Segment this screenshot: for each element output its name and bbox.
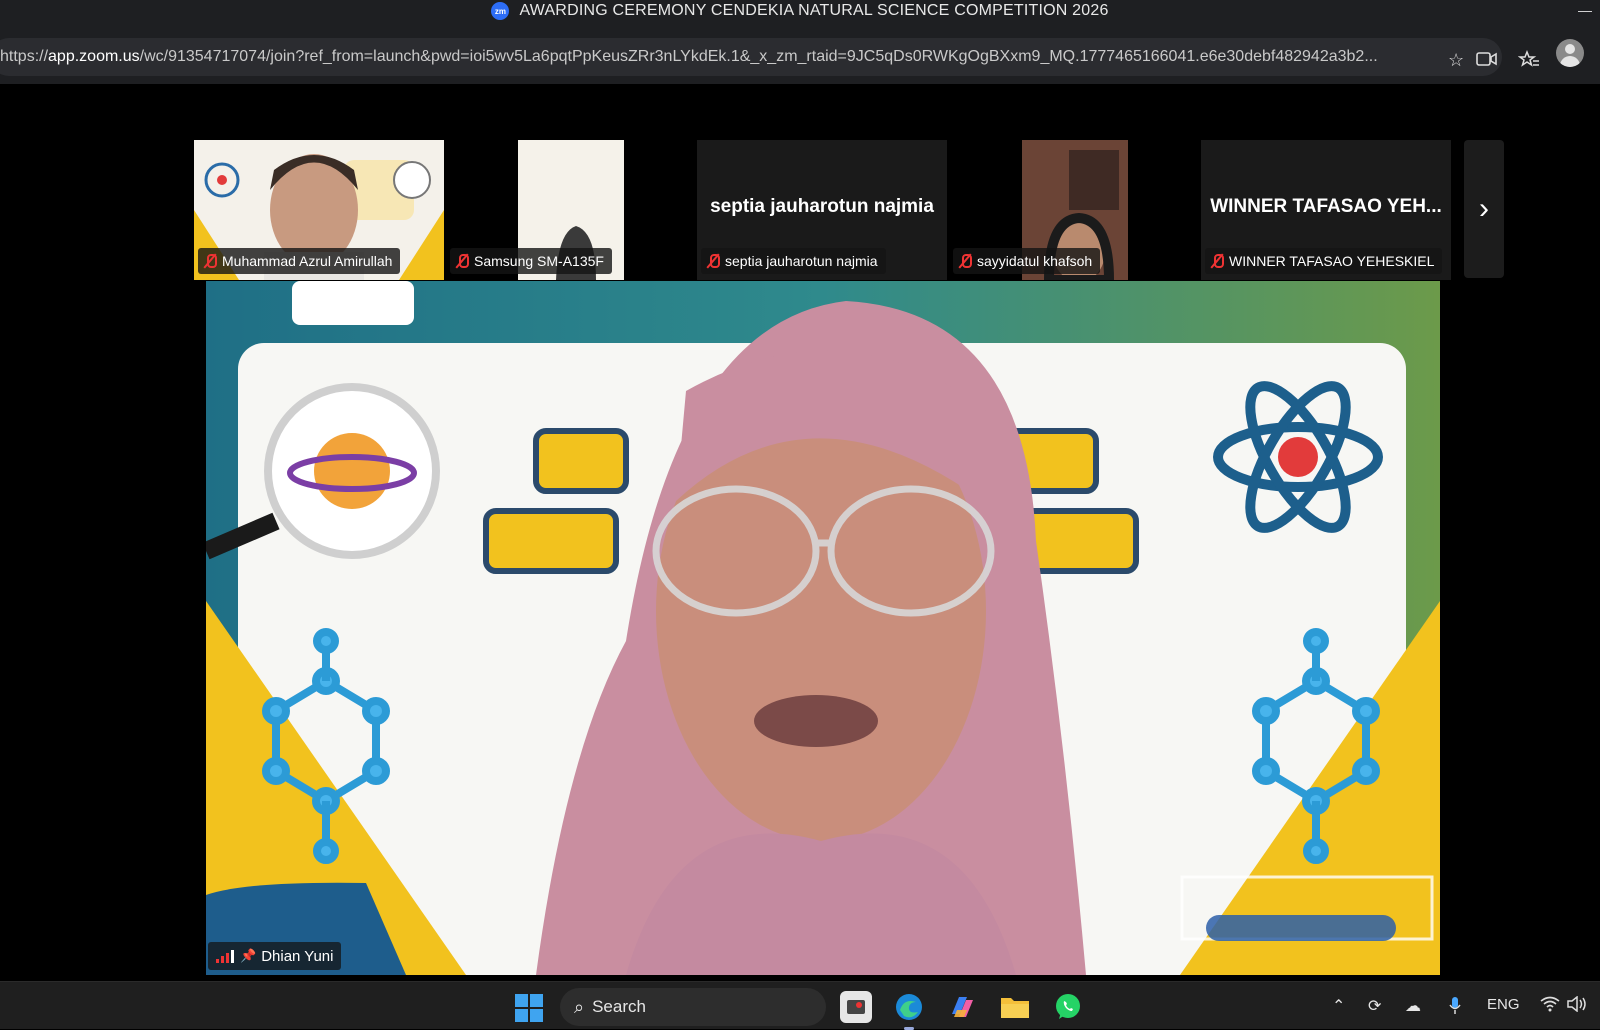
participant-name: septia jauharotun najmia bbox=[725, 253, 878, 269]
participant-tile[interactable]: Muhammad Azrul Amirullah bbox=[194, 140, 444, 280]
pin-icon: 📌 bbox=[240, 948, 257, 963]
copilot-icon[interactable] bbox=[946, 991, 978, 1023]
participant-tile[interactable]: WINNER TAFASAO YEH... WINNER TAFASAO YEH… bbox=[1201, 140, 1451, 280]
participant-display-name: WINNER TAFASAO YEH... bbox=[1210, 196, 1442, 217]
search-label: Search bbox=[592, 997, 646, 1016]
speaker-name: Dhian Yuni bbox=[261, 947, 334, 965]
input-language[interactable]: ENG bbox=[1487, 996, 1520, 1013]
volume-icon[interactable] bbox=[1567, 995, 1589, 1017]
onedrive-cloud-icon[interactable]: ☁ bbox=[1405, 996, 1421, 1016]
participant-tile[interactable]: Samsung SM-A135F bbox=[446, 140, 696, 280]
muted-mic-icon bbox=[705, 253, 721, 269]
sync-icon[interactable]: ⟳ bbox=[1368, 996, 1381, 1016]
chevron-up-icon[interactable]: ⌃ bbox=[1332, 996, 1345, 1016]
participant-name: WINNER TAFASAO YEHESKIEL bbox=[1229, 253, 1435, 269]
muted-mic-icon bbox=[957, 253, 973, 269]
participant-name: Muhammad Azrul Amirullah bbox=[222, 253, 393, 269]
camera-icon[interactable] bbox=[1476, 50, 1498, 73]
participant-name-tag: WINNER TAFASAO YEHESKIEL bbox=[1205, 248, 1443, 274]
url-path: /wc/91354717074/join?ref_from=launch&pwd… bbox=[139, 48, 1378, 65]
window-title: AWARDING CEREMONY CENDEKIA NATURAL SCIEN… bbox=[519, 2, 1109, 19]
muted-mic-icon bbox=[202, 253, 218, 269]
active-speaker-name-tag: 📌 Dhian Yuni bbox=[208, 942, 342, 970]
url-text: https://app.zoom.us/wc/91354717074/join?… bbox=[0, 48, 1420, 66]
taskbar-search-box[interactable]: ⌕ Search bbox=[560, 988, 826, 1026]
participant-name: sayyidatul khafsoh bbox=[977, 253, 1093, 269]
participant-gallery: Muhammad Azrul Amirullah Samsung SM-A135… bbox=[0, 140, 1600, 280]
muted-mic-icon bbox=[454, 253, 470, 269]
participant-name-tag: Muhammad Azrul Amirullah bbox=[198, 248, 401, 274]
speaker-video-frame bbox=[206, 281, 1440, 975]
search-icon: ⌕ bbox=[574, 996, 585, 1017]
participant-tile[interactable]: sayyidatul khafsoh bbox=[949, 140, 1199, 280]
participant-name-tag: Samsung SM-A135F bbox=[450, 248, 612, 274]
zoom-meeting-header bbox=[0, 84, 1600, 135]
participant-name-tag: septia jauharotun najmia bbox=[701, 248, 886, 274]
url-host: app.zoom.us bbox=[48, 48, 140, 65]
snipping-tool-icon[interactable] bbox=[840, 991, 872, 1023]
favorites-icon[interactable] bbox=[1517, 49, 1540, 75]
url-prefix: https:// bbox=[0, 48, 49, 65]
whatsapp-icon[interactable] bbox=[1052, 991, 1084, 1023]
muted-mic-icon bbox=[1209, 253, 1225, 269]
gallery-next-arrow-icon[interactable]: › bbox=[1464, 140, 1504, 278]
edge-browser-icon[interactable] bbox=[893, 991, 925, 1030]
connection-signal-icon bbox=[216, 949, 234, 963]
browser-toolbar: https://app.zoom.us/wc/91354717074/join?… bbox=[0, 22, 1600, 84]
window-title-bar: zm AWARDING CEREMONY CENDEKIA NATURAL SC… bbox=[0, 0, 1600, 22]
participant-name: Samsung SM-A135F bbox=[474, 253, 604, 269]
profile-avatar-icon[interactable] bbox=[1556, 39, 1584, 67]
microphone-icon[interactable] bbox=[1448, 996, 1462, 1021]
file-explorer-icon[interactable] bbox=[999, 991, 1031, 1023]
address-bar[interactable]: https://app.zoom.us/wc/91354717074/join?… bbox=[0, 38, 1502, 76]
windows-start-icon[interactable] bbox=[515, 994, 543, 1022]
participant-tile[interactable]: septia jauharotun najmia septia jauharot… bbox=[697, 140, 947, 280]
windows-taskbar: ⌕ Search ⌃ ⟳ ☁ ENG bbox=[0, 981, 1600, 1030]
participant-display-name: septia jauharotun najmia bbox=[710, 196, 934, 217]
bookmark-star-icon[interactable]: ☆ bbox=[1448, 50, 1464, 71]
zoom-app-icon: zm bbox=[491, 2, 510, 20]
participant-name-tag: sayyidatul khafsoh bbox=[953, 248, 1101, 274]
active-speaker-video bbox=[206, 281, 1440, 975]
wifi-icon[interactable] bbox=[1540, 996, 1560, 1017]
minimize-button[interactable]: — bbox=[1578, 2, 1592, 18]
